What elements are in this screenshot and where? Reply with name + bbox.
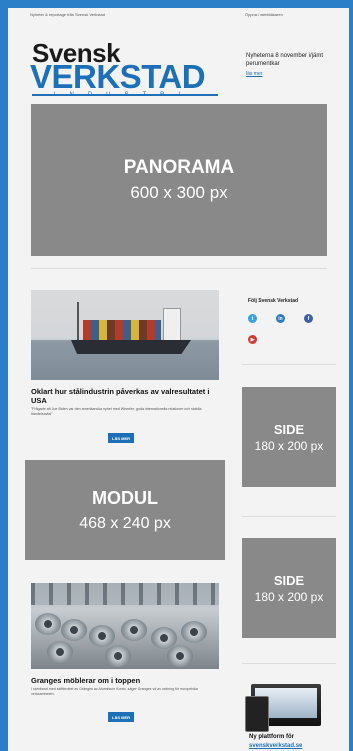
steel-coils-image[interactable] (31, 583, 219, 669)
divider (242, 516, 336, 517)
platform-link[interactable]: svenskverkstad.se (249, 743, 302, 749)
platform-promo[interactable]: Ny plattform för svenskverkstad.se (241, 684, 337, 751)
svensk-verkstad-logo[interactable]: Svensk VERKSTAD INDUSTRI (28, 40, 228, 100)
steel-coil (181, 621, 207, 643)
ship-hull (71, 340, 191, 354)
side-ad-2-size: 180 x 200 px (254, 589, 324, 604)
divider (31, 268, 327, 269)
social-follow-title: Följ Svensk Verkstad (248, 298, 299, 304)
side-ad-2[interactable]: SIDE 180 x 200 px (242, 538, 336, 638)
warehouse-roof (31, 583, 219, 605)
phone-image (245, 696, 269, 732)
ship-bridge (163, 308, 181, 342)
ship-containers (83, 320, 161, 340)
twitter-icon[interactable]: t (248, 314, 257, 323)
article-2-read-more-button[interactable]: LÄS MER (108, 712, 134, 722)
article-1-read-more-button[interactable]: LÄS MER (108, 433, 134, 443)
platform-caption: Ny plattform för (249, 734, 294, 740)
steel-coil (105, 645, 131, 667)
article-1-text: "Frågade att Joe Biden var den amerikans… (31, 407, 202, 416)
modul-ad[interactable]: MODUL 468 x 240 px (25, 460, 225, 560)
linkedin-icon[interactable]: in (276, 314, 285, 323)
logo-industri: INDUSTRI (53, 92, 195, 98)
news-teaser-link[interactable]: läs mer (246, 71, 262, 77)
panorama-ad-title: PANORAMA (123, 157, 235, 178)
panorama-ad[interactable]: PANORAMA 600 x 300 px (31, 104, 327, 256)
news-teaser-title: Nyheterna 8 november i/jämt perumentkar (246, 53, 324, 67)
steel-coil (121, 619, 147, 641)
youtube-icon[interactable]: ▶ (248, 335, 257, 344)
newsletter-frame: Nyheter & reportage från Svensk Verkstad… (8, 8, 349, 751)
article-1-title[interactable]: Oklart hur stålindustrin påverkas av val… (31, 387, 221, 405)
top-strip: Nyheter & reportage från Svensk Verkstad… (20, 8, 337, 20)
steel-coil (61, 619, 87, 641)
side-ad-1[interactable]: SIDE 180 x 200 px (242, 387, 336, 487)
modul-ad-title: MODUL (92, 487, 158, 508)
divider (242, 364, 336, 365)
news-teaser: Nyheterna 8 november i/jämt perumentkar … (246, 52, 342, 77)
article-2-title[interactable]: Granges möblerar om i toppen (31, 676, 221, 685)
article-2-text: I samband med skiftbrottet av Gränges av… (31, 687, 198, 696)
steel-coil (47, 641, 73, 663)
ship-mast (77, 302, 79, 340)
side-ad-1-title: SIDE (273, 421, 305, 437)
steel-coil (35, 613, 61, 635)
facebook-icon[interactable]: f (304, 314, 313, 323)
panorama-ad-size: 600 x 300 px (130, 183, 228, 202)
divider (242, 663, 336, 664)
logo-verkstad: VERKSTAD (30, 58, 206, 95)
side-ad-2-title: SIDE (273, 572, 305, 588)
view-in-browser-link[interactable]: Öppna i webbläsaren (245, 12, 283, 17)
modul-ad-size: 468 x 240 px (79, 514, 171, 532)
steel-coil (167, 645, 193, 667)
preheader-text: Nyheter & reportage från Svensk Verkstad (30, 12, 105, 17)
container-ship-image[interactable] (31, 290, 219, 380)
steel-coil (89, 625, 115, 647)
side-ad-1-size: 180 x 200 px (254, 438, 324, 453)
